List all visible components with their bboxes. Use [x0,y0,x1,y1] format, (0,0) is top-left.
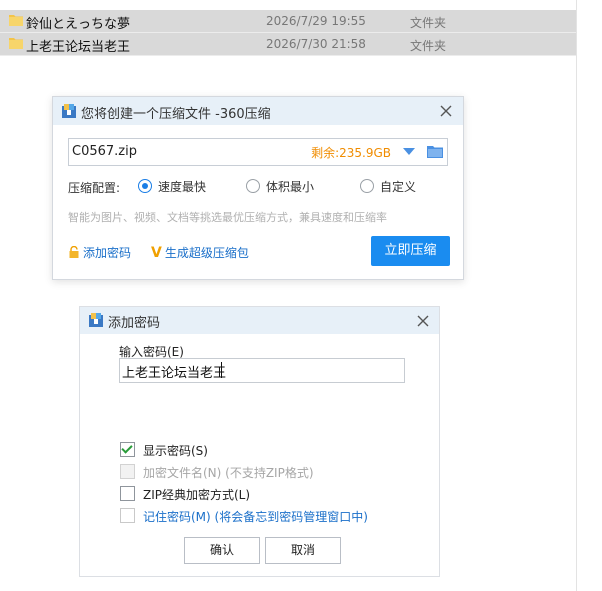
folder-icon [9,15,23,26]
radio-smallest[interactable]: 体积最小 [246,178,314,195]
radio-dot [138,179,152,193]
checkbox-label: ZIP经典加密方式(L) [143,488,251,502]
free-space-label: 剩余:235.9GB [311,146,391,160]
close-icon[interactable] [416,314,430,328]
checkbox-box [120,486,135,501]
password-field[interactable]: 上老王论坛当老王 [119,358,405,383]
v-badge-icon: V [151,245,162,261]
app-icon [89,313,103,327]
radio-label: 自定义 [380,180,417,194]
text-caret [221,362,222,378]
confirm-button[interactable]: 确认 [184,537,260,564]
dialog-titlebar[interactable]: 您将创建一个压缩文件 -360压缩 [53,97,463,125]
dialog-title: 添加密码 [108,316,161,331]
radio-dot [246,179,260,193]
chevron-down-icon[interactable] [403,148,415,155]
file-row[interactable]: 上老王论坛当老王 2026/7/30 21:58 文件夹 [0,33,576,56]
file-list: 鈴仙とえっちな夢 2026/7/29 19:55 文件夹 上老王论坛当老王 20… [0,10,576,56]
checkbox-label: 加密文件名(N) (不支持ZIP格式) [143,466,314,480]
dialog-titlebar[interactable]: 添加密码 [80,307,439,334]
show-password-checkbox[interactable]: 显示密码(S) [120,442,208,459]
checkbox-label: 记住密码(M) (将会备忘到密码管理窗口中) [143,510,368,524]
dialog-title: 您将创建一个压缩文件 -360压缩 [81,107,271,122]
password-value: 上老王论坛当老王 [122,366,227,381]
cancel-button[interactable]: 取消 [265,537,341,564]
radio-fastest[interactable]: 速度最快 [138,178,206,195]
checkbox-box [120,442,135,457]
radio-label: 速度最快 [158,180,207,194]
password-dialog: 添加密码 输入密码(E) 上老王论坛当老王 显示密码(S) 加密文件名(N) (… [79,306,440,577]
column-divider [576,0,577,591]
super-package-label: 生成超级压缩包 [164,246,249,260]
radio-custom[interactable]: 自定义 [360,178,416,195]
compress-dialog: 您将创建一个压缩文件 -360压缩 C0567.zip 剩余:235.9GB 压… [52,96,464,280]
radio-dot [360,179,374,193]
file-date: 2026/7/29 19:55 [266,14,366,28]
file-type: 文件夹 [410,16,447,30]
add-password-link[interactable]: 添加密码 [68,244,131,261]
compress-now-button[interactable]: 立即压缩 [371,236,450,266]
super-package-link[interactable]: V 生成超级压缩包 [151,244,249,261]
compress-hint: 智能为图片、视频、文档等挑选最优压缩方式，兼具速度和压缩率 [68,211,387,224]
checkbox-label: 显示密码(S) [143,444,208,458]
file-name: 鈴仙とえっちな夢 [26,17,131,32]
checkbox-box [120,464,135,479]
encrypt-filename-checkbox: 加密文件名(N) (不支持ZIP格式) [120,464,314,481]
app-icon [62,104,76,118]
radio-label: 体积最小 [266,180,315,194]
close-icon[interactable] [439,104,453,118]
archive-name-field[interactable]: C0567.zip 剩余:235.9GB [68,138,448,166]
add-password-label: 添加密码 [83,246,132,260]
folder-icon [9,38,23,49]
archive-filename[interactable]: C0567.zip [72,144,137,159]
file-row[interactable]: 鈴仙とえっちな夢 2026/7/29 19:55 文件夹 [0,10,576,33]
remember-password-checkbox[interactable]: 记住密码(M) (将会备忘到密码管理窗口中) [120,508,368,525]
zip-classic-encryption-checkbox[interactable]: ZIP经典加密方式(L) [120,486,250,503]
compress-config-label: 压缩配置: [68,181,121,195]
file-type: 文件夹 [410,39,447,53]
file-date: 2026/7/30 21:58 [266,37,366,51]
browse-folder-icon[interactable] [427,145,443,159]
file-name: 上老王论坛当老王 [26,40,131,55]
lock-icon [69,246,79,258]
checkbox-box [120,508,135,523]
